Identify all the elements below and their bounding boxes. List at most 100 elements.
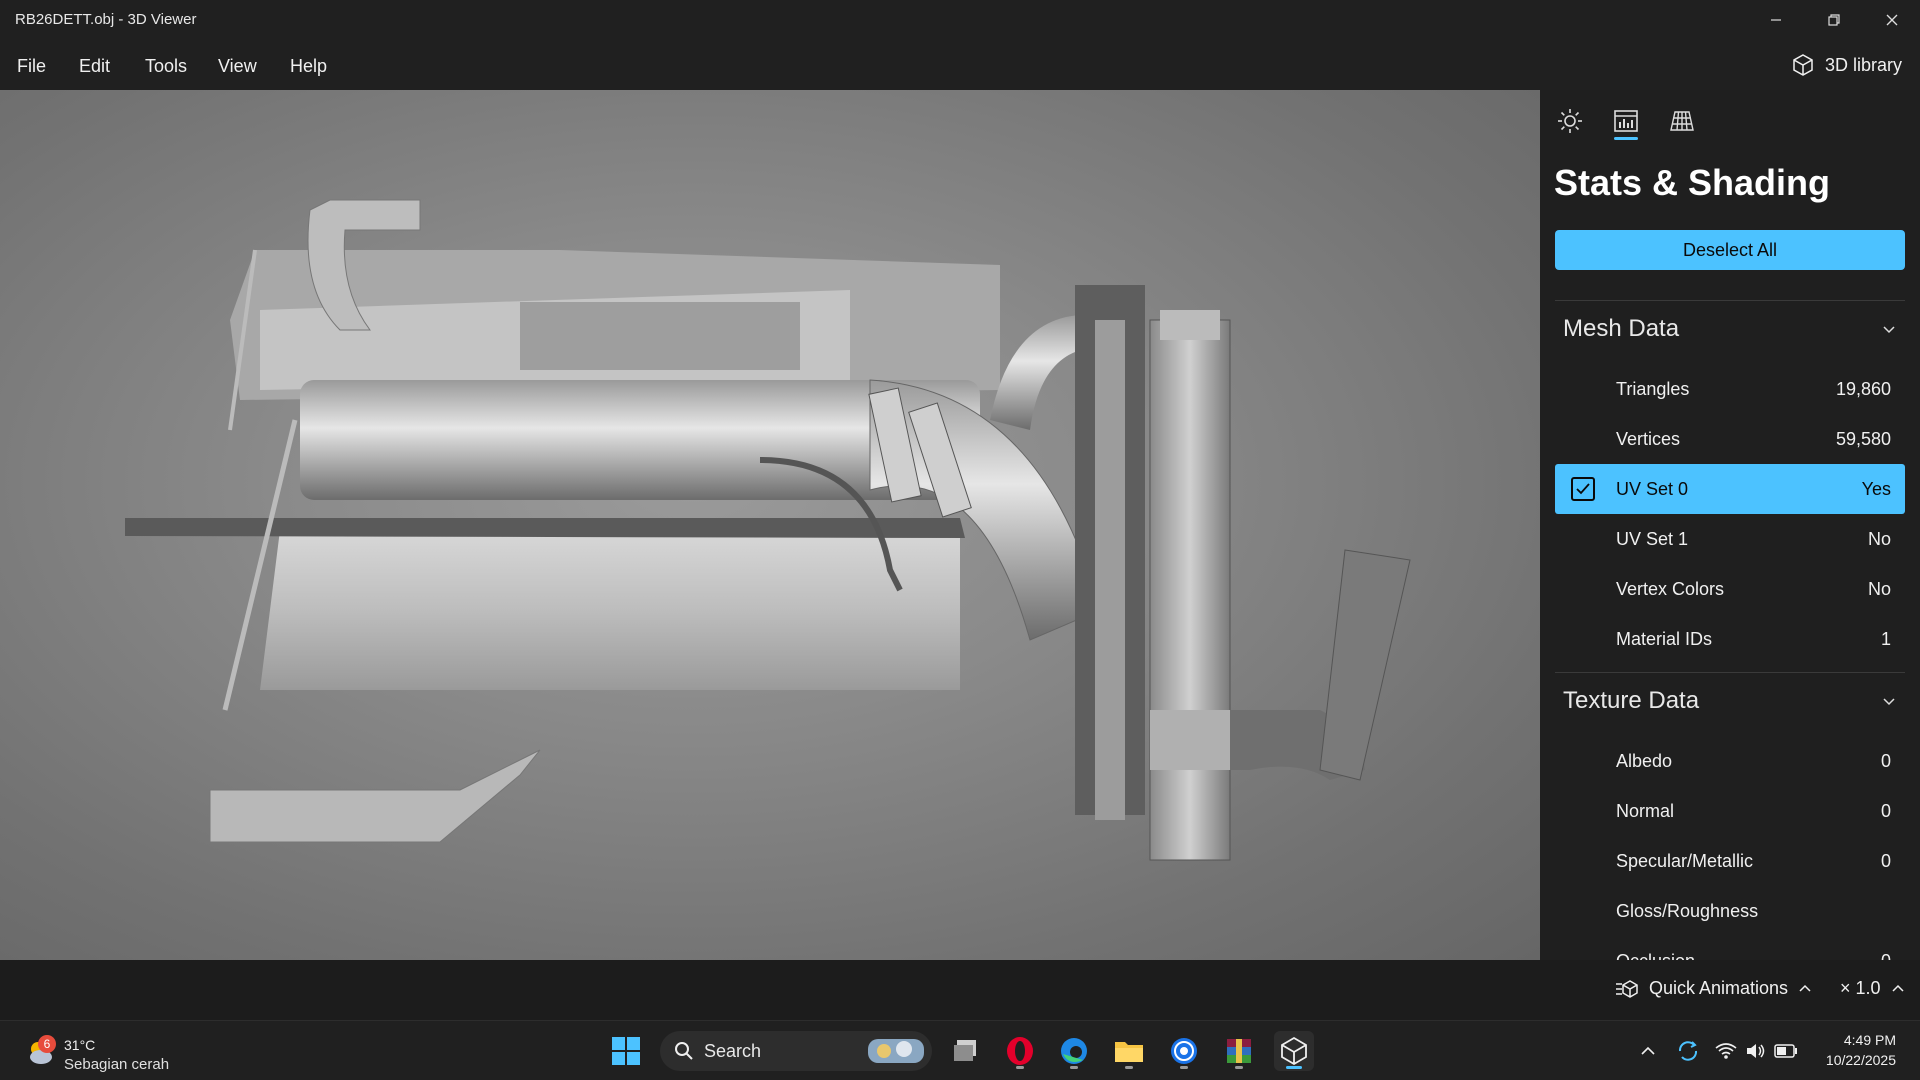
archive-icon [1227, 1039, 1251, 1063]
close-icon [1886, 14, 1898, 26]
volume-icon [1747, 1044, 1765, 1058]
taskbar: 6 31°C Sebagian cerah Search 4:49 PM 10/… [0, 1020, 1920, 1080]
clock-time: 4:49 PM [1843, 1032, 1896, 1048]
running-indicator [1070, 1066, 1078, 1069]
row-name: Material IDs [1616, 628, 1713, 649]
stats-panel: Stats & Shading Deselect All Mesh Data T… [1540, 90, 1920, 960]
grid-icon [1670, 111, 1694, 131]
texture-row-occlusion: Occlusion 0 [1555, 936, 1905, 961]
divider [1555, 672, 1905, 673]
mesh-data-label: Mesh Data [1563, 315, 1680, 342]
row-value: No [1867, 578, 1891, 599]
row-name: UV Set 1 [1616, 528, 1689, 549]
start-button[interactable] [606, 1031, 646, 1071]
row-value: Yes [1861, 478, 1891, 499]
menu-edit[interactable]: Edit [79, 56, 110, 77]
winrar-app[interactable] [1219, 1031, 1259, 1071]
tab-grid[interactable] [1666, 104, 1698, 140]
3d-viewport[interactable] [0, 90, 1540, 960]
row-name: Albedo [1616, 750, 1673, 771]
file-explorer-app[interactable] [1109, 1031, 1149, 1071]
3d-library-button[interactable]: 3D library [1791, 50, 1902, 80]
menu-tools[interactable]: Tools [145, 56, 187, 77]
texture-data-label: Texture Data [1563, 687, 1700, 714]
menu-view[interactable]: View [218, 56, 257, 77]
texture-row-specular: Specular/Metallic 0 [1555, 836, 1905, 886]
windows-icon [612, 1037, 640, 1065]
battery-icon [1774, 1044, 1797, 1058]
close-button[interactable] [1864, 0, 1920, 40]
browser-app[interactable] [1164, 1031, 1204, 1071]
edge-icon [1061, 1038, 1087, 1064]
checkmark-icon [1576, 483, 1590, 495]
mesh-data-header[interactable]: Mesh Data [1555, 304, 1905, 354]
mesh-row-triangles: Triangles 19,860 [1555, 364, 1905, 414]
3d-viewer-app[interactable] [1274, 1031, 1314, 1071]
uv-set-0-checkbox[interactable] [1571, 477, 1595, 501]
taskbar-search[interactable]: Search [660, 1031, 932, 1071]
mesh-row-material-ids: Material IDs 1 [1555, 614, 1905, 664]
opera-icon [1007, 1037, 1033, 1065]
menu-help[interactable]: Help [290, 56, 327, 77]
row-value: 19,860 [1835, 378, 1891, 399]
chevron-up-icon [1892, 984, 1904, 992]
texture-row-gloss: Gloss/Roughness [1555, 886, 1905, 936]
opera-app[interactable] [1000, 1031, 1040, 1071]
clock-date: 10/22/2025 [1825, 1052, 1896, 1068]
menu-file[interactable]: File [17, 56, 46, 77]
quick-animations-button[interactable]: Quick Animations [1615, 978, 1812, 999]
3d-viewer-icon [1281, 1036, 1307, 1066]
row-value: 59,580 [1835, 428, 1891, 449]
show-hidden-icons-button[interactable] [1628, 1031, 1668, 1071]
restore-icon [1828, 14, 1840, 26]
playback-speed-label: × 1.0 [1840, 978, 1881, 998]
chevron-up-icon [1641, 1046, 1655, 1055]
row-value: 0 [1881, 951, 1891, 961]
chevron-down-icon [1883, 698, 1895, 706]
panel-title: Stats & Shading [1554, 162, 1831, 203]
deselect-all-button[interactable]: Deselect All [1555, 230, 1905, 270]
weather-condition: Sebagian cerah [64, 1056, 170, 1073]
minimize-button[interactable] [1748, 0, 1804, 40]
row-name: Triangles [1616, 378, 1690, 399]
weather-widget[interactable]: 6 31°C Sebagian cerah [24, 1029, 224, 1073]
row-name: Vertex Colors [1616, 578, 1725, 599]
mesh-row-vertex-colors: Vertex Colors No [1555, 564, 1905, 614]
animation-icon [1616, 979, 1638, 998]
divider [1555, 300, 1905, 301]
mesh-row-vertices: Vertices 59,580 [1555, 414, 1905, 464]
edge-app[interactable] [1054, 1031, 1094, 1071]
clock[interactable]: 4:49 PM 10/22/2025 [1826, 1030, 1896, 1070]
task-view-button[interactable] [945, 1031, 985, 1071]
title-bar: RB26DETT.obj - 3D Viewer [0, 0, 1920, 40]
restore-button[interactable] [1806, 0, 1862, 40]
browser-icon [1171, 1038, 1197, 1064]
task-view-icon [954, 1040, 976, 1061]
row-value: 0 [1880, 800, 1891, 821]
row-value: 0 [1880, 850, 1891, 871]
row-value: 0 [1880, 750, 1891, 771]
wifi-icon [1715, 1043, 1737, 1059]
quick-animations-label: Quick Animations [1649, 978, 1789, 998]
tab-stats[interactable] [1610, 104, 1642, 140]
cube-icon [1793, 54, 1813, 76]
playback-speed-button[interactable]: × 1.0 [1840, 978, 1905, 999]
panel-tabs [1554, 104, 1698, 144]
battery-button[interactable] [1766, 1031, 1806, 1071]
menu-bar: File Edit Tools View Help 3D library [0, 40, 1920, 90]
active-indicator [1286, 1066, 1302, 1069]
row-name: Vertices [1616, 428, 1681, 449]
search-icon [675, 1042, 693, 1060]
minimize-icon [1771, 19, 1781, 21]
stats-icon [1614, 110, 1638, 132]
chevron-down-icon [1883, 326, 1895, 334]
engine-model [125, 199, 1411, 861]
row-value: No [1867, 528, 1891, 549]
texture-data-header[interactable]: Texture Data [1555, 676, 1905, 726]
sync-button[interactable] [1668, 1031, 1708, 1071]
row-value: 1 [1880, 628, 1891, 649]
mesh-row-uv-set-0[interactable]: UV Set 0 Yes [1555, 464, 1905, 514]
animation-bar: Quick Animations × 1.0 [0, 960, 1920, 1020]
row-name: Normal [1616, 800, 1675, 821]
tab-lighting[interactable] [1554, 104, 1586, 140]
